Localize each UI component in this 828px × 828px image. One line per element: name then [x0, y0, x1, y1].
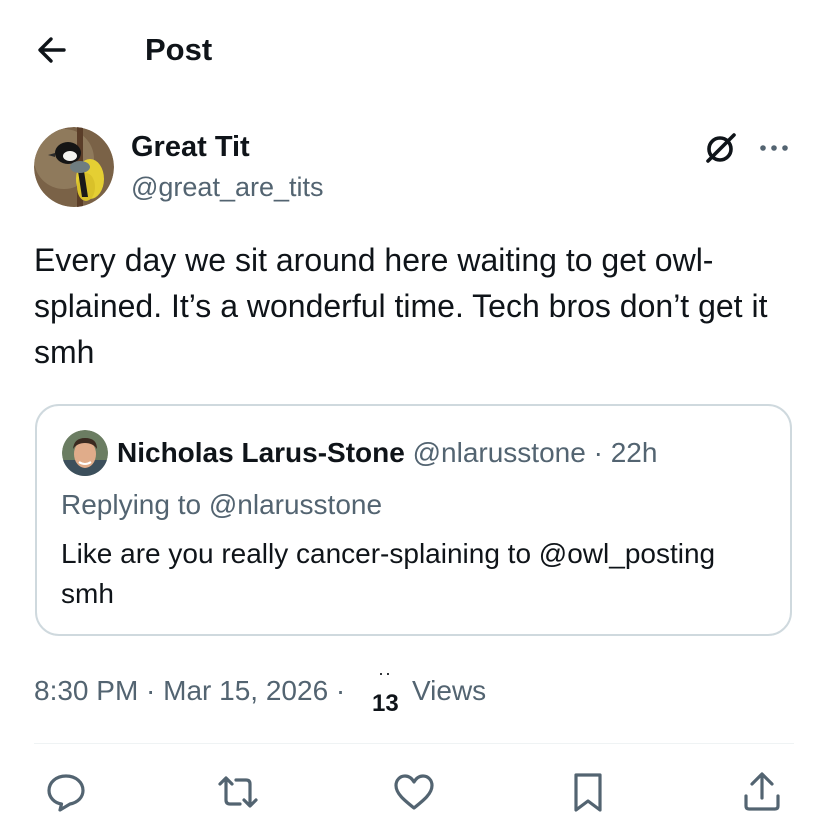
quoted-post-text: Like are you really cancer-splaining to … — [61, 538, 716, 609]
great-tit-bird-avatar — [34, 127, 114, 207]
quoted-author-line: Nicholas Larus-Stone @nlarusstone · 22h — [117, 434, 657, 472]
grok-button[interactable] — [701, 128, 741, 168]
repost-icon — [218, 776, 258, 808]
author-handle[interactable]: @great_are_tits — [131, 169, 324, 205]
arrow-left-icon — [38, 37, 66, 63]
more-dots-icon — [760, 145, 788, 151]
like-button[interactable] — [392, 770, 436, 814]
share-button[interactable] — [740, 770, 784, 814]
bookmark-icon — [574, 773, 602, 812]
back-button[interactable] — [32, 30, 72, 70]
like-icon — [394, 774, 434, 810]
author-name[interactable]: Great Tit — [131, 128, 250, 166]
repost-button[interactable] — [216, 770, 260, 814]
person-avatar — [62, 430, 108, 476]
avatar[interactable] — [34, 127, 114, 207]
views-dots-glyph: ·· — [378, 663, 392, 683]
quoted-author-name[interactable]: Nicholas Larus-Stone — [117, 437, 405, 468]
page-title: Post — [145, 32, 213, 67]
replying-to[interactable]: Replying to @nlarusstone — [61, 486, 382, 524]
grok-icon — [706, 133, 736, 163]
reply-icon — [47, 774, 85, 812]
quoted-author-meta: @nlarusstone · 22h — [412, 437, 658, 468]
quoted-author-avatar[interactable] — [62, 430, 108, 476]
bookmark-button[interactable] — [566, 770, 610, 814]
reply-button[interactable] — [44, 770, 88, 814]
post-text: Every day we sit around here waiting to … — [34, 242, 768, 370]
divider — [34, 743, 794, 744]
post-timestamp[interactable]: 8:30 PM · Mar 15, 2026 · — [34, 672, 345, 710]
views-label[interactable]: Views — [412, 672, 486, 710]
more-button[interactable] — [757, 136, 793, 160]
share-icon — [744, 772, 780, 811]
views-count[interactable]: 13 — [372, 690, 399, 718]
